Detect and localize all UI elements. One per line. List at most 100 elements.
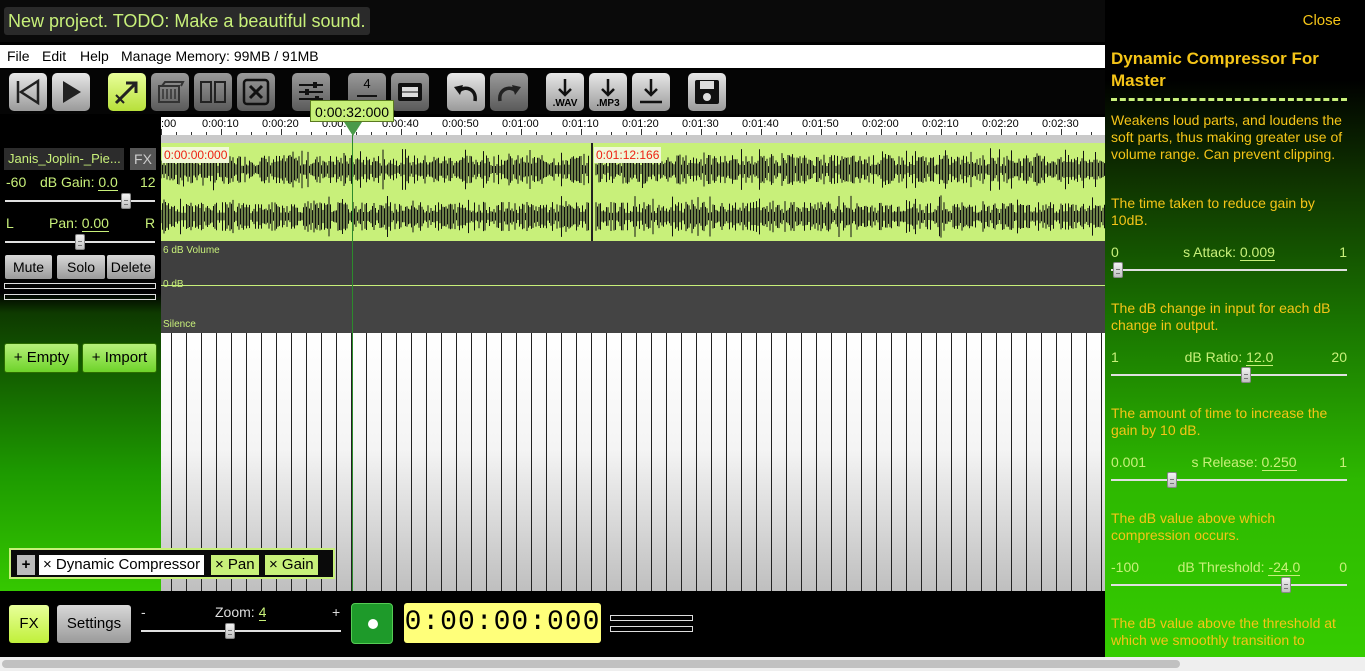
zoom-slider-thumb[interactable]: [225, 623, 235, 639]
beat-grid-line: [1041, 333, 1042, 591]
pan-slider-thumb[interactable]: [75, 234, 85, 250]
attack-value[interactable]: 0.009: [1239, 244, 1275, 261]
ratio-label: dB Ratio: 12.0: [1111, 349, 1347, 366]
track-controls-panel: Janis_Joplin-_Pie... FX -60 dB Gain: 0.0…: [0, 143, 161, 591]
add-empty-track-button[interactable]: + Empty: [4, 343, 79, 373]
volume-automation-lane[interactable]: 6 dB Volume 0 dB Silence: [161, 241, 1105, 333]
threshold-slider-thumb[interactable]: [1281, 577, 1291, 593]
audio-clip[interactable]: 0:00:00:000 0:01:12:166: [161, 143, 1105, 241]
zoom-slider-track[interactable]: [141, 630, 341, 632]
beat-grid-line: [726, 333, 727, 591]
beat-grid-line: [921, 333, 922, 591]
import-track-button[interactable]: + Import: [82, 343, 157, 373]
playhead-marker[interactable]: [344, 122, 362, 136]
ratio-slider-track[interactable]: [1111, 374, 1347, 376]
menu-help[interactable]: Help: [80, 48, 109, 64]
knee-description: The dB value above the threshold at whic…: [1111, 615, 1336, 648]
master-fx-button[interactable]: FX: [9, 605, 49, 643]
settings-button[interactable]: Settings: [57, 605, 131, 643]
ratio-value[interactable]: 12.0: [1246, 349, 1274, 366]
split-icon: [200, 81, 226, 103]
gain-max: 12: [140, 174, 156, 190]
beat-grid-line: [516, 333, 517, 591]
effect-dynamic-compressor[interactable]: × Dynamic Compressor: [39, 555, 205, 575]
pan-value[interactable]: 0.00: [81, 215, 109, 232]
beat-grid-line: [426, 333, 427, 591]
gain-min: -60: [6, 174, 27, 190]
project-title[interactable]: New project. TODO: Make a beautiful soun…: [4, 7, 370, 35]
timeline[interactable]: :00 0:00:10 0:00:20 0:00:30 0:00:40 0:00:50 0:…: [161, 117, 1105, 591]
daw-app: New project. TODO: Make a beautiful soun…: [0, 0, 1365, 671]
beat-grid-line: [681, 333, 682, 591]
undo-button[interactable]: [447, 73, 485, 111]
redo-button[interactable]: [490, 73, 528, 111]
automation-bottom-label: Silence: [163, 319, 196, 330]
filmstrip-icon: [398, 83, 422, 101]
delete-selection-button[interactable]: [237, 73, 275, 111]
wav-label: .WAV: [552, 98, 578, 109]
beat-grid-line: [966, 333, 967, 591]
beat-grid-line: [561, 333, 562, 591]
filmstrip-button[interactable]: [391, 73, 429, 111]
release-slider-track[interactable]: [1111, 479, 1347, 481]
horizontal-scrollbar-thumb[interactable]: [2, 660, 1180, 668]
close-panel-button[interactable]: Close: [1303, 12, 1341, 29]
export-mp3-button[interactable]: .MP3: [589, 73, 627, 111]
record-button[interactable]: [351, 603, 393, 644]
beat-grid-line: [621, 333, 622, 591]
save-button[interactable]: [688, 73, 726, 111]
track-fx-button[interactable]: FX: [130, 148, 156, 170]
release-slider-thumb[interactable]: [1167, 472, 1177, 488]
attack-param: 0 s Attack: 0.009 1: [1111, 244, 1347, 264]
skip-back-icon: [16, 78, 40, 106]
pan-label-text: Pan:: [49, 215, 78, 231]
gain-slider-track[interactable]: [5, 200, 155, 202]
release-value[interactable]: 0.250: [1261, 454, 1297, 471]
gain-slider-thumb[interactable]: [121, 193, 131, 209]
copy-icon: [158, 81, 185, 103]
delete-track-button[interactable]: Delete: [107, 255, 155, 279]
threshold-value[interactable]: -24.0: [1268, 559, 1301, 576]
threshold-slider-track[interactable]: [1111, 584, 1347, 586]
attack-slider-track[interactable]: [1111, 269, 1347, 271]
attack-slider-thumb[interactable]: [1113, 262, 1123, 278]
play-button[interactable]: [52, 73, 90, 111]
export-wav-button[interactable]: .WAV: [546, 73, 584, 111]
delete-icon: [242, 78, 270, 106]
playhead-line[interactable]: [352, 117, 353, 591]
zoom-value[interactable]: 4: [258, 604, 267, 621]
ratio-param: 1 dB Ratio: 12.0 20: [1111, 349, 1347, 369]
menu-bar: File Edit Help Manage Memory: 99MB / 91M…: [0, 45, 1105, 68]
tempo-number: 4: [363, 76, 371, 91]
split-button[interactable]: [194, 73, 232, 111]
mute-button[interactable]: Mute: [5, 255, 52, 279]
time-ruler[interactable]: :00 0:00:10 0:00:20 0:00:30 0:00:40 0:00:50 0:…: [161, 117, 1105, 135]
menu-manage-memory[interactable]: Manage Memory: 99MB / 91MB: [121, 48, 319, 64]
zoom-plus[interactable]: +: [332, 604, 340, 620]
download-project-button[interactable]: [632, 73, 670, 111]
add-effect-button[interactable]: +: [17, 555, 35, 575]
solo-button[interactable]: Solo: [57, 255, 105, 279]
beat-grid-line: [696, 333, 697, 591]
zoom-minus[interactable]: -: [141, 604, 146, 620]
menu-edit[interactable]: Edit: [42, 48, 66, 64]
beat-grid-line: [1056, 333, 1057, 591]
threshold-description: The dB value above which compression occ…: [1111, 510, 1276, 543]
master-meter-right: [610, 626, 693, 632]
select-tool-button[interactable]: [108, 73, 146, 111]
ratio-slider-thumb[interactable]: [1241, 367, 1251, 383]
effect-pan[interactable]: × Pan: [211, 555, 259, 575]
skip-to-start-button[interactable]: [9, 73, 47, 111]
horizontal-scrollbar[interactable]: [0, 657, 1365, 671]
track-name[interactable]: Janis_Joplin-_Pie...: [4, 148, 124, 170]
gain-value[interactable]: 0.0: [98, 174, 118, 191]
menu-file[interactable]: File: [7, 48, 30, 64]
pan-label: Pan: 0.00: [49, 215, 109, 232]
effect-gain[interactable]: × Gain: [265, 555, 318, 575]
beat-grid-line: [891, 333, 892, 591]
volume-envelope-line[interactable]: [161, 285, 1105, 286]
copy-button[interactable]: [151, 73, 189, 111]
beat-grid-line: [831, 333, 832, 591]
pan-left: L: [6, 215, 14, 231]
ruler-strip: [161, 135, 1105, 143]
